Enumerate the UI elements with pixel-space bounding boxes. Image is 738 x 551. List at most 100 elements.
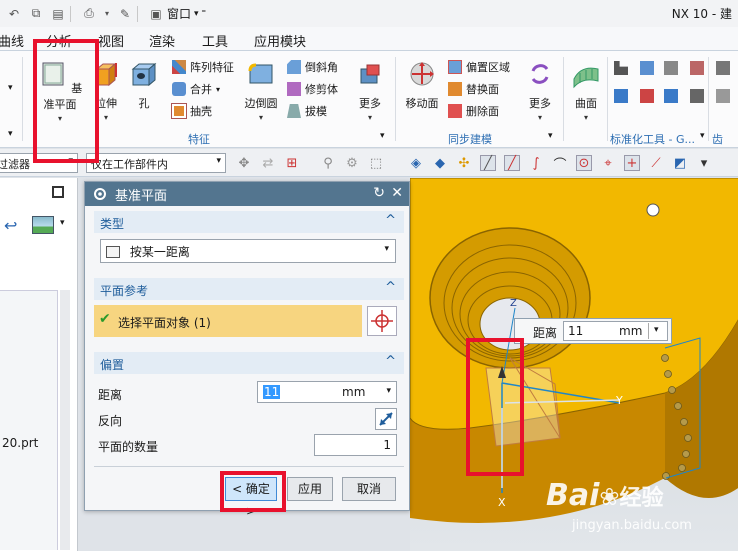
brush-icon[interactable]: ✎ (117, 6, 133, 22)
point-icon[interactable]: ✣ (456, 155, 472, 171)
body-icon[interactable]: ◆ (432, 155, 448, 171)
chamfer-button[interactable]: 倒斜角 (287, 59, 338, 75)
dropdown-icon[interactable]: ▾ (8, 129, 13, 139)
select-object-button[interactable] (367, 306, 397, 336)
dropdown-icon[interactable]: ▾ (380, 131, 385, 141)
image-icon[interactable] (32, 216, 54, 234)
dropdown-icon[interactable]: ▾ (548, 131, 553, 141)
watermark-logo: Bai❀经验 (546, 478, 664, 513)
reference-section-header[interactable]: 平面参考 ^ (94, 278, 404, 300)
arc-icon[interactable]: ⌒ (552, 155, 568, 173)
hole-button[interactable]: 孔 (128, 59, 160, 111)
box-select-icon[interactable]: ⬚ (368, 155, 384, 171)
more-features-button[interactable]: 更多 ▾ (352, 59, 388, 122)
dropdown-icon[interactable]: ▾ (700, 131, 705, 141)
divider (563, 57, 564, 141)
plane-count-input[interactable]: 1 (314, 434, 397, 456)
chamfer-label: 倒斜角 (305, 61, 338, 74)
edge-blend-label: 边倒圆 (244, 97, 278, 110)
copy-icon[interactable]: ⧉ (28, 6, 44, 22)
more-sync-button[interactable]: 更多 ▾ (522, 59, 558, 122)
navigator-panel: ↩ ▾ 20.prt (0, 178, 78, 551)
trim-body-icon (287, 82, 301, 96)
gear-tool-icon[interactable] (690, 61, 704, 75)
line-icon[interactable]: ╱ (480, 155, 496, 171)
std-tool-icon[interactable] (640, 61, 654, 75)
select-object-row[interactable]: ✔ 选择平面对象 (1) (94, 305, 362, 337)
reverse-direction-button[interactable] (375, 408, 397, 430)
curve-icon[interactable]: ∫ (528, 155, 544, 171)
offset-region-icon (448, 60, 462, 74)
cube-icon[interactable]: ◈ (408, 155, 424, 171)
filter-icon[interactable]: ⊞ (284, 155, 300, 171)
dropdown-icon[interactable]: ▾ (8, 83, 13, 93)
window-menu[interactable]: ▣ 窗口 ▾ ⁼ (148, 5, 206, 22)
edge-blend-button[interactable]: 边倒圆 ▾ (242, 59, 280, 122)
close-icon[interactable]: ✕ (391, 185, 403, 201)
snap-icon[interactable]: ⇄ (260, 155, 276, 171)
scrollbar[interactable] (60, 290, 70, 550)
gear-tool-icon[interactable] (716, 61, 730, 75)
distance-input[interactable]: 11 mm ▾ (257, 381, 397, 403)
pattern-icon (172, 60, 186, 74)
undo-icon[interactable]: ↶ (6, 6, 22, 22)
cancel-button[interactable]: 取消 (342, 477, 396, 501)
tool-icon[interactable]: ⚙ (344, 155, 360, 171)
tab-render[interactable]: 渲染 (149, 31, 175, 50)
reverse-label: 反向 (98, 414, 123, 428)
apply-button[interactable]: 应用 (287, 477, 333, 501)
paste-icon[interactable]: ▤ (50, 6, 66, 22)
std-tool-icon[interactable] (614, 89, 628, 103)
window-menu-label: 窗口 (167, 7, 192, 21)
std-tool-icon[interactable] (640, 89, 654, 103)
offset-section-header[interactable]: 偏置 ^ (94, 352, 404, 374)
screen-distance-value: 11 (568, 324, 584, 338)
select-object-label: 选择平面对象 (1) (118, 316, 211, 330)
offset-region-button[interactable]: 偏置区域 (448, 59, 510, 75)
surface-button[interactable]: 曲面 ▾ (568, 59, 604, 122)
gear-tool-icon[interactable] (716, 89, 730, 103)
dropdown-icon: ▾ (258, 113, 263, 122)
tab-curve[interactable]: 曲线 (0, 31, 24, 50)
dropdown-icon[interactable]: ▾ (60, 218, 65, 228)
select-icon[interactable]: ✥ (236, 155, 252, 171)
collapse-icon: ^ (385, 213, 396, 228)
tab-applications[interactable]: 应用模块 (254, 31, 306, 50)
tangent-icon[interactable]: ⟋ (648, 155, 664, 171)
replace-face-button[interactable]: 替换面 (448, 81, 499, 97)
screen-distance-input[interactable]: 11 mm ▾ (563, 321, 668, 341)
dropdown-icon[interactable]: ▾ (696, 155, 712, 171)
std-tool-icon[interactable] (664, 61, 678, 75)
watermark-brand: Bai (546, 478, 600, 513)
back-icon[interactable]: ↩ (4, 216, 17, 235)
center-icon[interactable]: ⊙ (576, 155, 592, 171)
crosshair-icon (371, 310, 393, 332)
draft-button[interactable]: 拔模 (287, 103, 327, 119)
unite-button[interactable]: 合并 ▾ (172, 81, 220, 97)
type-section-header[interactable]: 类型 ^ (94, 211, 404, 233)
gear-tool-icon[interactable] (690, 89, 704, 103)
delete-face-button[interactable]: 删除面 (448, 103, 499, 119)
dropdown-icon[interactable]: ▾ (103, 6, 111, 22)
face-icon[interactable]: ◩ (672, 155, 688, 171)
part-file-name[interactable]: 20.prt (2, 436, 38, 450)
std-tool-icon[interactable] (614, 61, 628, 75)
tool-icon[interactable]: ⚲ (320, 155, 336, 171)
scope-select[interactable]: 仅在工作部件内 ▾ (86, 153, 226, 173)
tab-tools[interactable]: 工具 (202, 31, 228, 50)
trim-body-button[interactable]: 修剪体 (287, 81, 338, 97)
intersection-icon[interactable]: + (624, 155, 640, 171)
quadrant-icon[interactable]: ⌖ (600, 155, 616, 171)
endpoint-icon[interactable]: ╱ (504, 155, 520, 171)
reset-icon[interactable]: ↻ (373, 185, 385, 201)
move-face-button[interactable]: 移动面 (402, 59, 442, 111)
maximize-icon[interactable] (52, 186, 64, 198)
std-tool-icon[interactable] (664, 89, 678, 103)
reverse-arrows-icon (379, 412, 393, 426)
shell-button[interactable]: 抽壳 (171, 103, 212, 119)
tab-view[interactable]: 视图 (98, 31, 124, 50)
pattern-feature-button[interactable]: 阵列特征 (172, 59, 234, 75)
type-select[interactable]: 按某一距离 ▾ (100, 239, 396, 263)
print-icon[interactable]: ⎙ (81, 6, 97, 22)
graphics-viewport[interactable]: Y X Z 距离 11 mm ▾ Bai❀经验 jingyan.baidu.co… (410, 178, 738, 551)
